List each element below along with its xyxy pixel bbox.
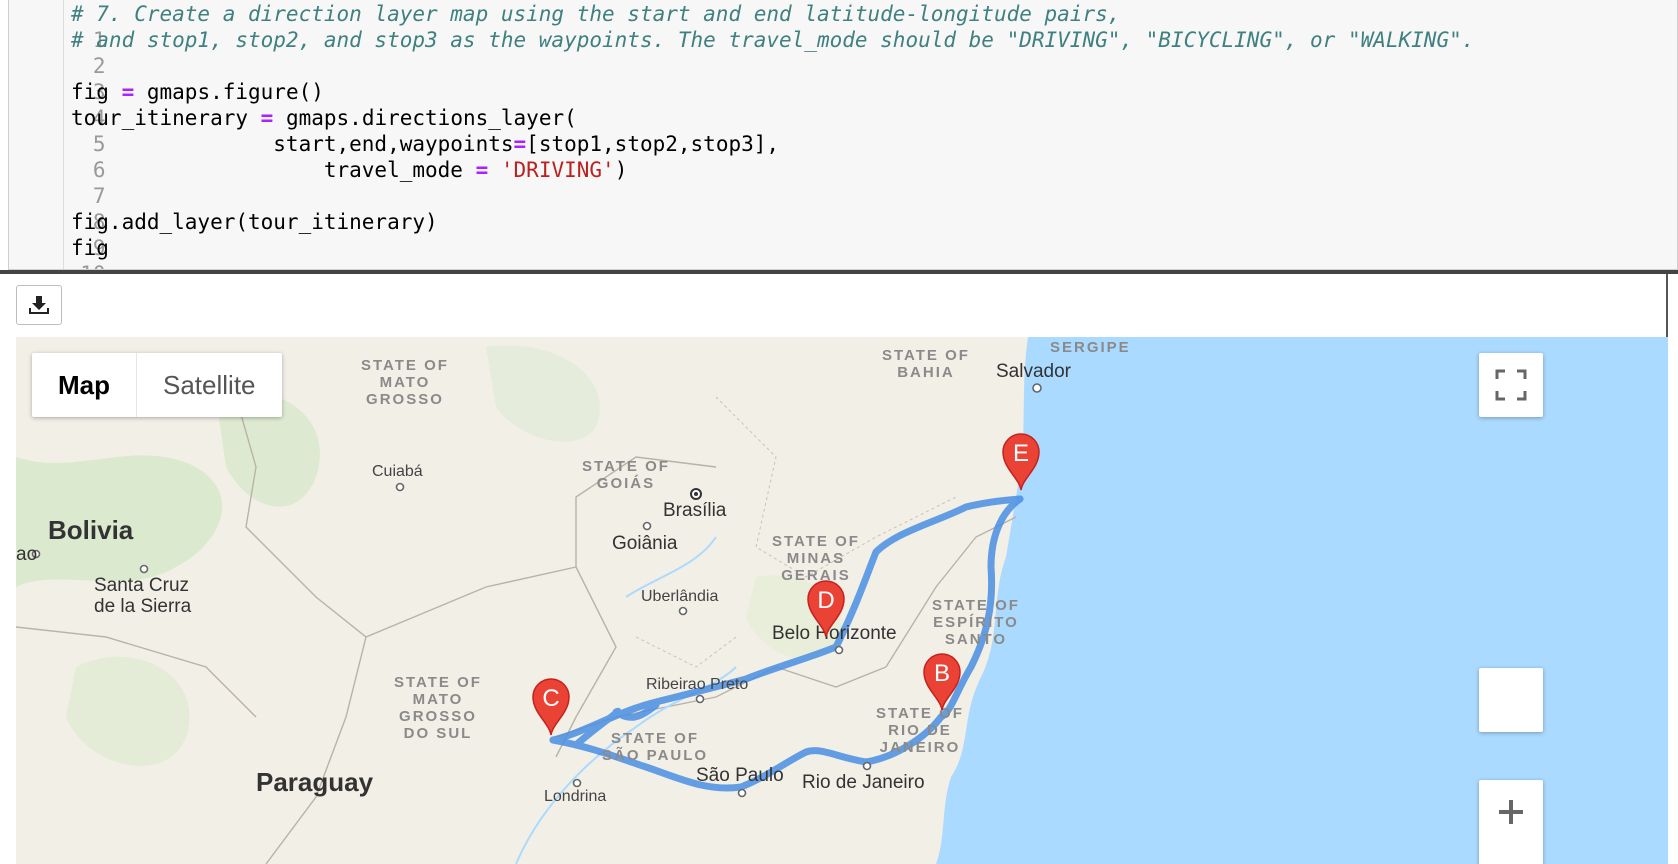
state-label-mato-grosso: STATE OF MATO GROSSO: [361, 357, 449, 408]
city-label-sao-paulo: São Paulo: [696, 765, 784, 786]
city-label-salvador: Salvador: [996, 361, 1071, 382]
map-type-satellite-button[interactable]: Satellite: [137, 353, 282, 417]
code-text: travel_mode = 'DRIVING'): [71, 158, 628, 182]
code-text: fig.add_layer(tour_itinerary): [71, 210, 438, 234]
city-label-uberlandia: Uberlândia: [641, 588, 719, 605]
code-line: 10 fig: [9, 235, 1677, 269]
fullscreen-button[interactable]: [1479, 353, 1543, 417]
code-comment: # 7. Create a direction layer map using …: [71, 2, 1121, 26]
marker-label: D: [817, 587, 835, 614]
state-label-espirito-santo: STATE OF ESPÍRITO SANTO: [932, 597, 1020, 648]
route-marker-d[interactable]: D: [806, 579, 846, 639]
state-label-goias: STATE OF GOIÁS: [582, 458, 670, 492]
city-label-santa-cruz: Santa Cruz de la Sierra: [94, 575, 192, 617]
zoom-in-button[interactable]: [1479, 780, 1543, 864]
country-label-bolivia: Bolivia: [48, 515, 134, 545]
line-number: 10: [60, 261, 105, 269]
city-label-ribeirao-preto: Ribeirao Preto: [646, 676, 749, 693]
code-cell[interactable]: 1 # 7. Create a direction layer map usin…: [8, 0, 1678, 270]
street-view-control[interactable]: [1479, 668, 1543, 732]
download-button[interactable]: [16, 285, 62, 325]
city-label-londrina: Londrina: [544, 788, 607, 805]
code-line: 1 # 7. Create a direction layer map usin…: [9, 1, 1677, 52]
city-label-edge-fragment: ao: [16, 544, 38, 565]
route-marker-e[interactable]: E: [1001, 432, 1041, 492]
code-line: 8: [9, 183, 1677, 234]
code-text: fig = gmaps.figure(): [71, 80, 324, 104]
code-line: 2 # and stop1, stop2, and stop3 as the w…: [9, 27, 1677, 78]
state-label-bahia: STATE OF BAHIA: [882, 347, 970, 381]
code-line: 5 tour_itinerary = gmaps.directions_laye…: [9, 105, 1677, 156]
state-label-minas-gerais: STATE OF MINAS GERAIS: [772, 533, 860, 584]
city-label-rio-de-janeiro: Rio de Janeiro: [802, 772, 925, 793]
marker-label: C: [542, 685, 560, 712]
city-label-cuiaba: Cuiabá: [372, 463, 423, 480]
code-line: 6 start,end,waypoints=[stop1,stop2,stop3…: [9, 131, 1677, 182]
route-marker-b[interactable]: B: [922, 652, 962, 712]
code-comment: # and stop1, stop2, and stop3 as the way…: [71, 28, 1475, 52]
map-view[interactable]: STATE OF MATO GROSSO STATE OF BAHIA SERG…: [16, 337, 1668, 864]
state-label-rio-de-janeiro: STATE OF RIO DE JANEIRO: [876, 705, 964, 756]
country-label-paraguay: Paraguay: [256, 767, 374, 797]
city-label-brasilia: Brasília: [663, 500, 727, 521]
plus-icon: [1499, 800, 1523, 824]
route-marker-c[interactable]: C: [531, 677, 571, 737]
state-label-sao-paulo: STATE OF SÃO PAULO: [602, 730, 709, 764]
code-text: tour_itinerary = gmaps.directions_layer(: [71, 106, 577, 130]
code-line: 9 fig.add_layer(tour_itinerary): [9, 209, 1677, 260]
state-label-sergipe: SERGIPE: [1050, 339, 1131, 356]
code-line: 7 travel_mode = 'DRIVING'): [9, 157, 1677, 208]
download-icon: [29, 296, 49, 314]
map-type-map-button[interactable]: Map: [32, 353, 137, 417]
code-line: 4 fig = gmaps.figure(): [9, 79, 1677, 130]
code-line: 3: [9, 53, 1677, 104]
city-label-goiania: Goiânia: [612, 533, 678, 554]
map-type-control: Map Satellite: [32, 353, 282, 417]
fullscreen-icon: [1495, 369, 1527, 401]
marker-label: E: [1012, 440, 1029, 467]
cell-divider: [0, 270, 1678, 274]
marker-label: B: [933, 660, 950, 687]
code-text: fig: [71, 236, 109, 260]
code-text: start,end,waypoints=[stop1,stop2,stop3],: [71, 132, 780, 156]
state-label-mato-grosso-do-sul: STATE OF MATO GROSSO DO SUL: [394, 674, 482, 742]
